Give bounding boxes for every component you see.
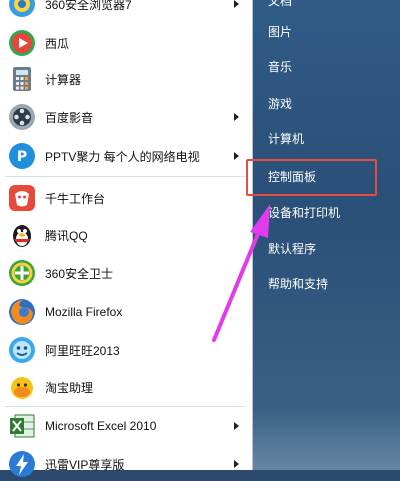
annotation-arrow-icon [212,204,270,342]
